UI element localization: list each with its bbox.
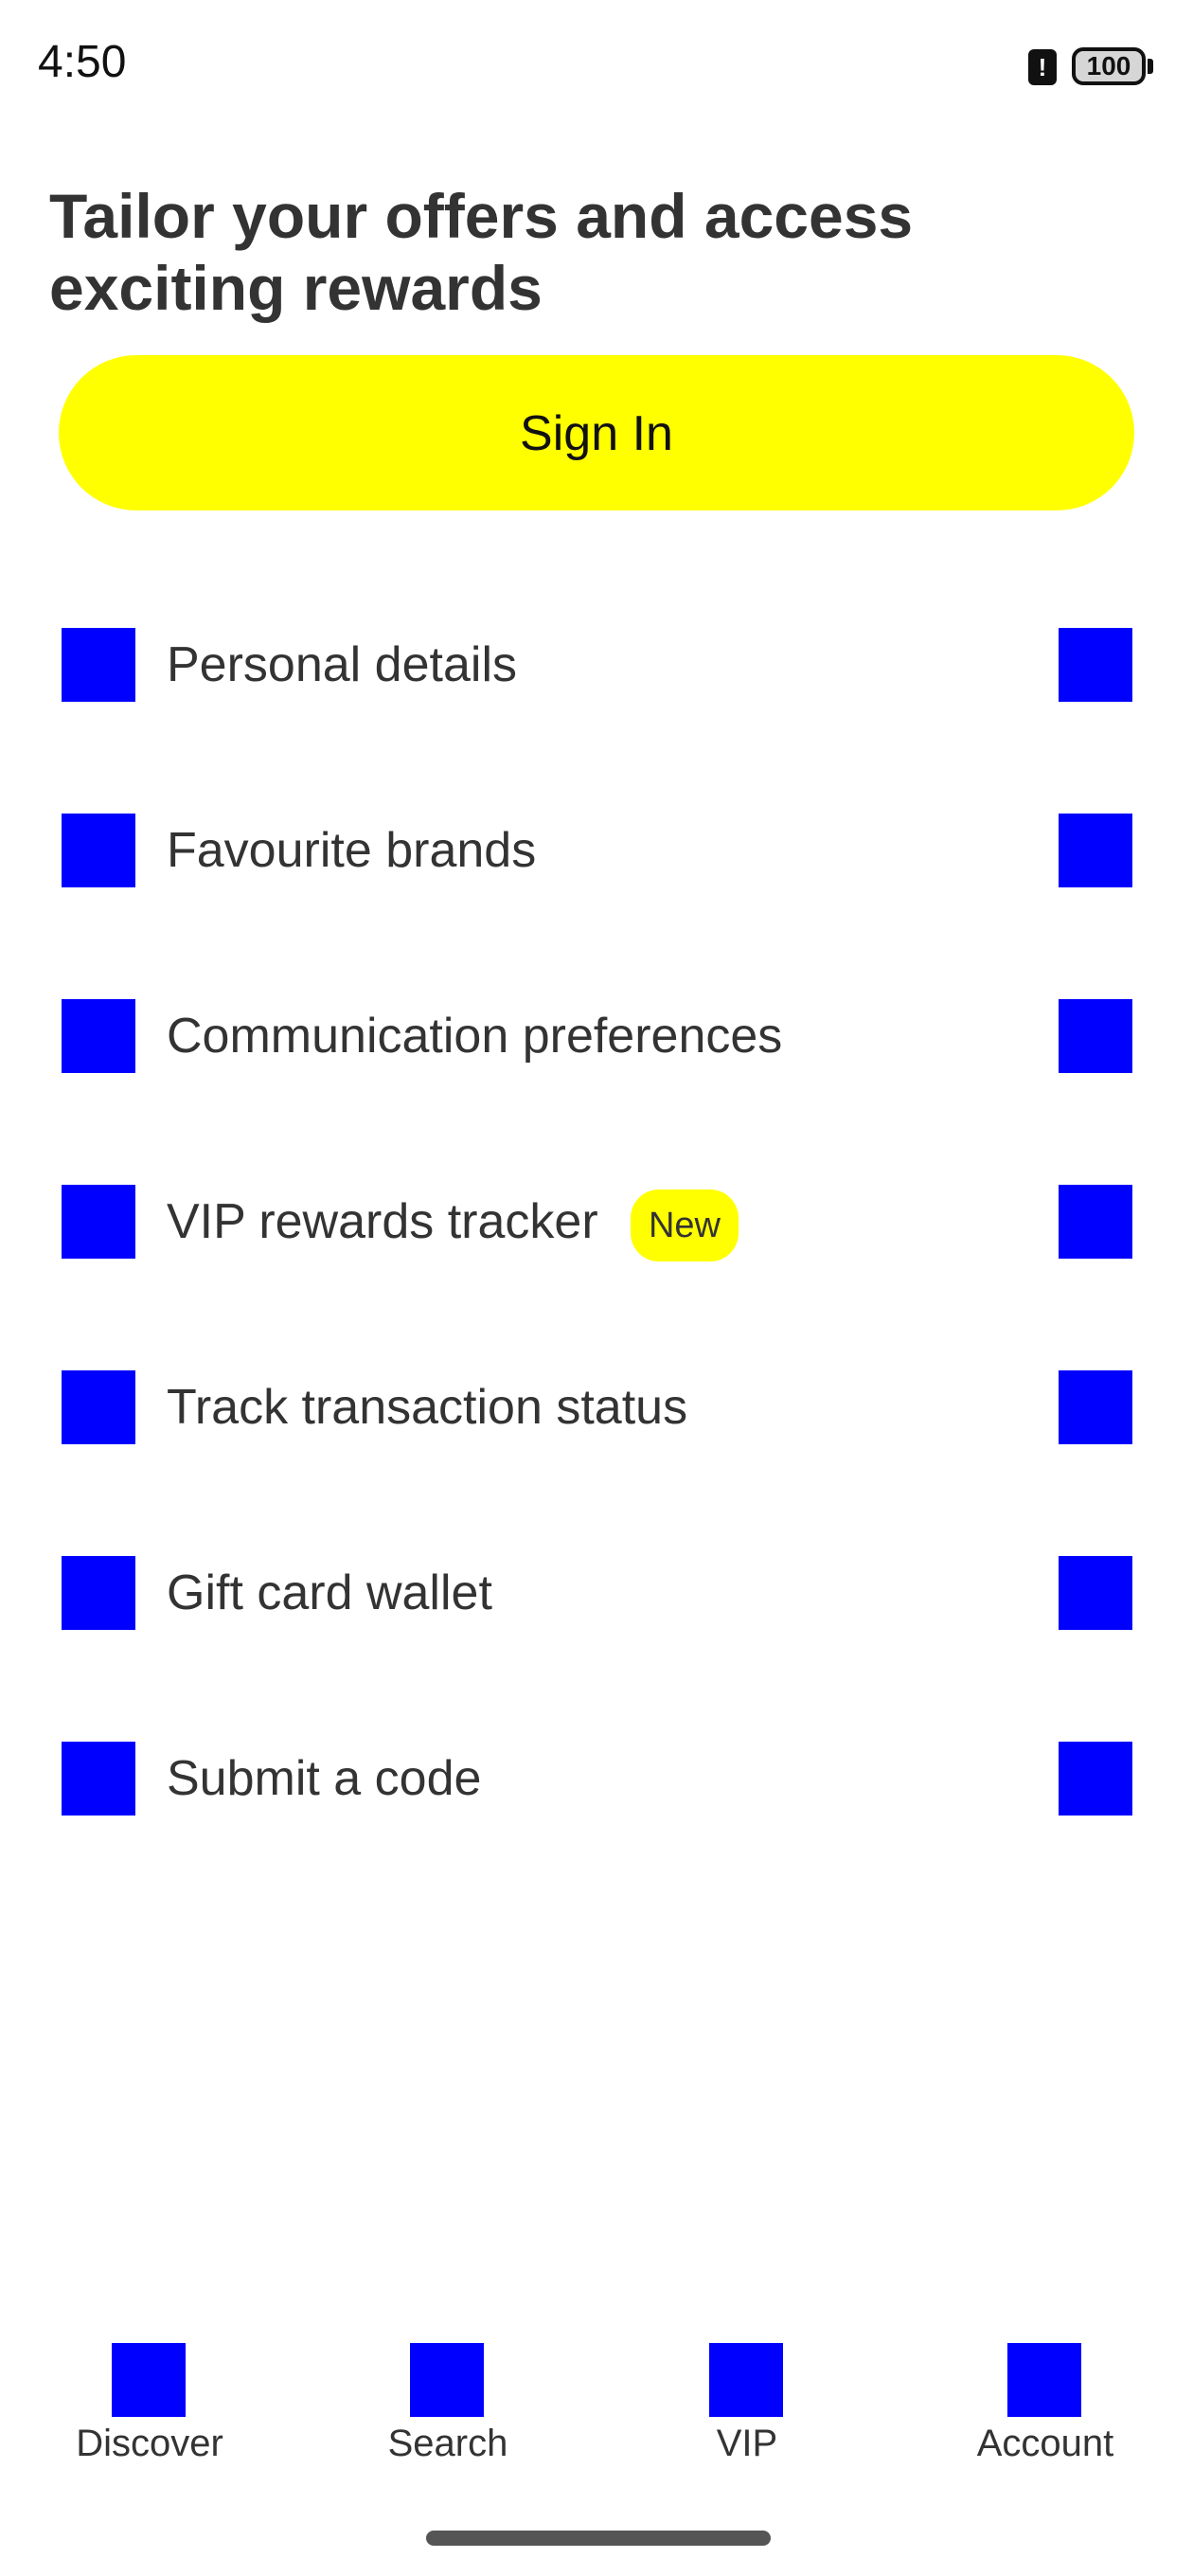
search-icon (410, 2343, 484, 2417)
status-bar: 4:50 ! 100 (0, 0, 1193, 133)
chevron-right-icon (1059, 1185, 1132, 1259)
chevron-right-icon (1059, 1742, 1132, 1816)
gift-card-wallet-icon (62, 1556, 135, 1630)
discover-icon (112, 2343, 186, 2417)
status-time: 4:50 (38, 37, 127, 87)
nav-item-label: Discover (76, 2423, 223, 2464)
menu-item-communication-preferences[interactable]: Communication preferences (0, 957, 1193, 1142)
vip-rewards-tracker-icon (62, 1185, 135, 1259)
nav-item-label: Search (387, 2423, 508, 2464)
menu-item-favourite-brands[interactable]: Favourite brands (0, 771, 1193, 957)
account-screen: 4:50 ! 100 Tailor your offers and access… (0, 0, 1193, 2576)
menu-item-vip-rewards-tracker[interactable]: VIP rewards tracker New (0, 1142, 1193, 1328)
new-badge: New (631, 1190, 739, 1261)
nav-item-account[interactable]: Account (932, 2330, 1159, 2472)
battery-icon: 100 (1072, 47, 1146, 85)
favourite-brands-icon (62, 814, 135, 887)
account-icon (1007, 2343, 1081, 2417)
battery-level: 100 (1086, 51, 1131, 80)
battery-tip (1148, 59, 1153, 74)
chevron-right-icon (1059, 999, 1132, 1073)
menu-item-label: Submit a code (167, 1751, 482, 1806)
nav-item-label: VIP (716, 2423, 778, 2464)
bottom-navigation: Discover Search VIP Account (0, 2330, 1193, 2472)
menu-item-personal-details[interactable]: Personal details (0, 585, 1193, 771)
menu-item-label: Favourite brands (167, 823, 537, 878)
menu-item-submit-a-code[interactable]: Submit a code (0, 1699, 1193, 1885)
communication-preferences-icon (62, 999, 135, 1073)
chevron-right-icon (1059, 814, 1132, 887)
menu-item-label: VIP rewards tracker (167, 1194, 598, 1249)
track-transaction-icon (62, 1370, 135, 1444)
personal-details-icon (62, 628, 135, 702)
menu-item-label: Personal details (167, 637, 517, 692)
vip-icon (709, 2343, 783, 2417)
chevron-right-icon (1059, 1556, 1132, 1630)
menu-item-label: Track transaction status (167, 1380, 688, 1435)
nav-item-discover[interactable]: Discover (36, 2330, 263, 2472)
menu-item-gift-card-wallet[interactable]: Gift card wallet (0, 1513, 1193, 1699)
nav-item-vip[interactable]: VIP (633, 2330, 861, 2472)
nav-item-label: Account (976, 2423, 1114, 2464)
menu-item-track-transaction-status[interactable]: Track transaction status (0, 1328, 1193, 1513)
page-title: Tailor your offers and access exciting r… (49, 181, 914, 323)
menu-item-label: Gift card wallet (167, 1565, 492, 1620)
submit-code-icon (62, 1742, 135, 1816)
sign-in-button[interactable]: Sign In (59, 355, 1134, 510)
chevron-right-icon (1059, 628, 1132, 702)
home-indicator[interactable] (426, 2531, 771, 2546)
nav-item-search[interactable]: Search (334, 2330, 561, 2472)
chevron-right-icon (1059, 1370, 1132, 1444)
menu-item-label: Communication preferences (167, 1009, 783, 1064)
alert-icon: ! (1028, 49, 1057, 85)
